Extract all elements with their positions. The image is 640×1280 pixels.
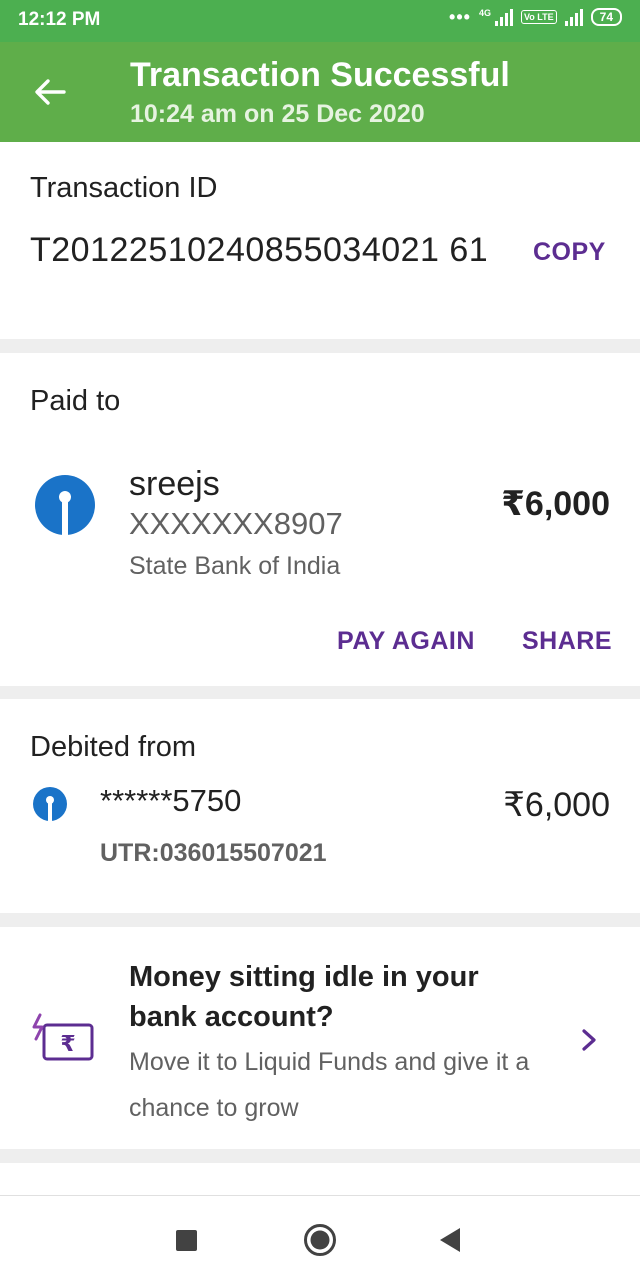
dots-icon: ••• xyxy=(449,7,471,27)
pay-again-button[interactable]: PAY AGAIN xyxy=(337,627,475,656)
share-button[interactable]: SHARE xyxy=(522,627,612,656)
transaction-id-card: Transaction ID T20122510240855034021 61 … xyxy=(0,142,640,339)
recents-square-icon[interactable] xyxy=(176,1230,197,1251)
payee-account-number: XXXXXXX8907 xyxy=(129,506,343,541)
system-nav-bar xyxy=(0,1195,640,1280)
status-bar: 12:12 PM ••• 4G Vo LTE 74 xyxy=(0,0,640,42)
utr-number: UTR:036015507021 xyxy=(100,839,327,867)
sbi-logo-icon xyxy=(35,475,95,535)
chevron-right-icon[interactable] xyxy=(578,1027,600,1053)
debit-account-number: ******5750 xyxy=(100,783,242,818)
app-bar: Transaction Successful 10:24 am on 25 De… xyxy=(0,42,640,142)
payee-name: sreejs xyxy=(129,465,220,503)
battery-icon: 74 xyxy=(590,8,622,26)
payee-bank-name: State Bank of India xyxy=(129,552,341,580)
promo-title: Money sitting idle in your bank account? xyxy=(129,961,479,1033)
debited-from-heading: Debited from xyxy=(30,731,197,763)
rupee-card-icon: ₹ xyxy=(32,1013,94,1061)
svg-text:₹: ₹ xyxy=(60,1032,75,1057)
transaction-id-heading: Transaction ID xyxy=(30,172,218,204)
status-icons: ••• 4G Vo LTE 74 xyxy=(449,8,622,26)
sbi-logo-icon xyxy=(33,787,67,821)
paid-to-card: Paid to sreejs XXXXXXX8907 State Bank of… xyxy=(0,353,640,686)
copy-button[interactable]: COPY xyxy=(533,238,606,267)
network-type-label: 4G xyxy=(478,8,491,18)
transaction-id-value: T20122510240855034021 61 xyxy=(30,231,489,269)
next-card-partial xyxy=(0,1163,640,1195)
paid-to-heading: Paid to xyxy=(30,385,121,417)
volte-icon: Vo LTE xyxy=(520,10,557,24)
arrow-left-icon[interactable] xyxy=(30,72,70,112)
promo-description: Move it to Liquid Funds and give it a ch… xyxy=(129,1048,530,1122)
debited-from-card: Debited from ******5750 ₹6,000 UTR:03601… xyxy=(0,699,640,913)
status-time: 12:12 PM xyxy=(18,9,101,30)
paid-amount: ₹6,000 xyxy=(501,485,610,523)
signal-icon xyxy=(564,8,583,26)
liquid-funds-promo-card[interactable]: ₹ Money sitting idle in your bank accoun… xyxy=(0,927,640,1149)
page-title: Transaction Successful xyxy=(130,56,510,94)
debited-amount: ₹6,000 xyxy=(503,786,610,824)
signal-icon: 4G xyxy=(479,8,513,26)
back-triangle-icon[interactable] xyxy=(438,1226,462,1254)
home-circle-icon[interactable] xyxy=(303,1223,337,1257)
transaction-datetime: 10:24 am on 25 Dec 2020 xyxy=(130,100,425,128)
